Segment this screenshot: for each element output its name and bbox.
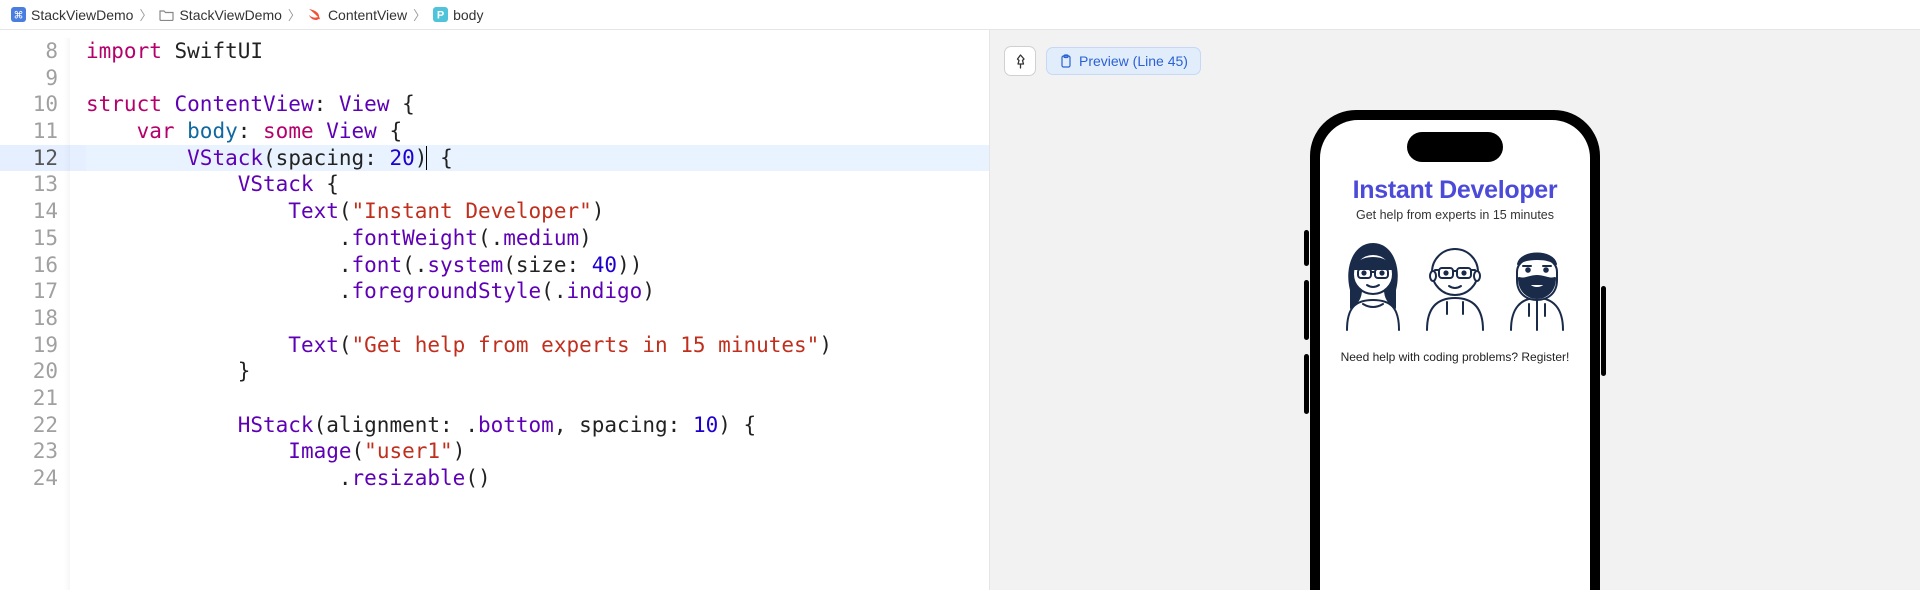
code-editor[interactable]: 89101112131415161718192021222324 import … (0, 30, 990, 590)
app-icon: ⌘ (10, 7, 26, 23)
preview-label-button[interactable]: Preview (Line 45) (1046, 47, 1201, 75)
folder-icon (158, 7, 174, 23)
code-content[interactable]: import SwiftUI struct ContentView: View … (70, 38, 989, 590)
breadcrumb-file[interactable]: ContentView (307, 7, 407, 23)
pin-preview-button[interactable] (1004, 46, 1036, 76)
avatar-user2 (1417, 236, 1493, 332)
preview-label-text: Preview (Line 45) (1079, 53, 1188, 69)
chevron-right-icon: 〉 (411, 5, 428, 24)
chevron-right-icon: 〉 (137, 5, 154, 24)
avatar-row (1320, 236, 1590, 332)
pin-icon (1013, 54, 1028, 69)
breadcrumb-project-label: StackViewDemo (31, 7, 133, 23)
svg-text:⌘: ⌘ (13, 11, 23, 22)
breadcrumb-folder[interactable]: StackViewDemo (158, 7, 281, 23)
svg-text:P: P (436, 10, 443, 22)
swift-icon (307, 7, 323, 23)
avatar-user3 (1499, 236, 1575, 332)
app-subtitle: Get help from experts in 15 minutes (1320, 208, 1590, 222)
breadcrumb-symbol-label: body (453, 7, 483, 23)
breadcrumb-folder-label: StackViewDemo (179, 7, 281, 23)
breadcrumb-symbol[interactable]: P body (432, 7, 483, 23)
app-title: Instant Developer (1320, 176, 1590, 205)
preview-canvas: Preview (Line 45) Instant Developer Get … (990, 30, 1920, 590)
property-icon: P (432, 7, 448, 23)
clipboard-icon (1059, 54, 1073, 68)
breadcrumb-file-label: ContentView (328, 7, 407, 23)
breadcrumb: ⌘ StackViewDemo 〉 StackViewDemo 〉 Conten… (0, 0, 1920, 30)
dynamic-island (1407, 132, 1503, 162)
app-footer-text: Need help with coding problems? Register… (1320, 350, 1590, 364)
line-number-gutter: 89101112131415161718192021222324 (0, 38, 70, 590)
chevron-right-icon: 〉 (286, 5, 303, 24)
device-frame: Instant Developer Get help from experts … (1310, 110, 1600, 590)
breadcrumb-project[interactable]: ⌘ StackViewDemo (10, 7, 133, 23)
avatar-user1 (1335, 236, 1411, 332)
device-screen: Instant Developer Get help from experts … (1320, 120, 1590, 590)
